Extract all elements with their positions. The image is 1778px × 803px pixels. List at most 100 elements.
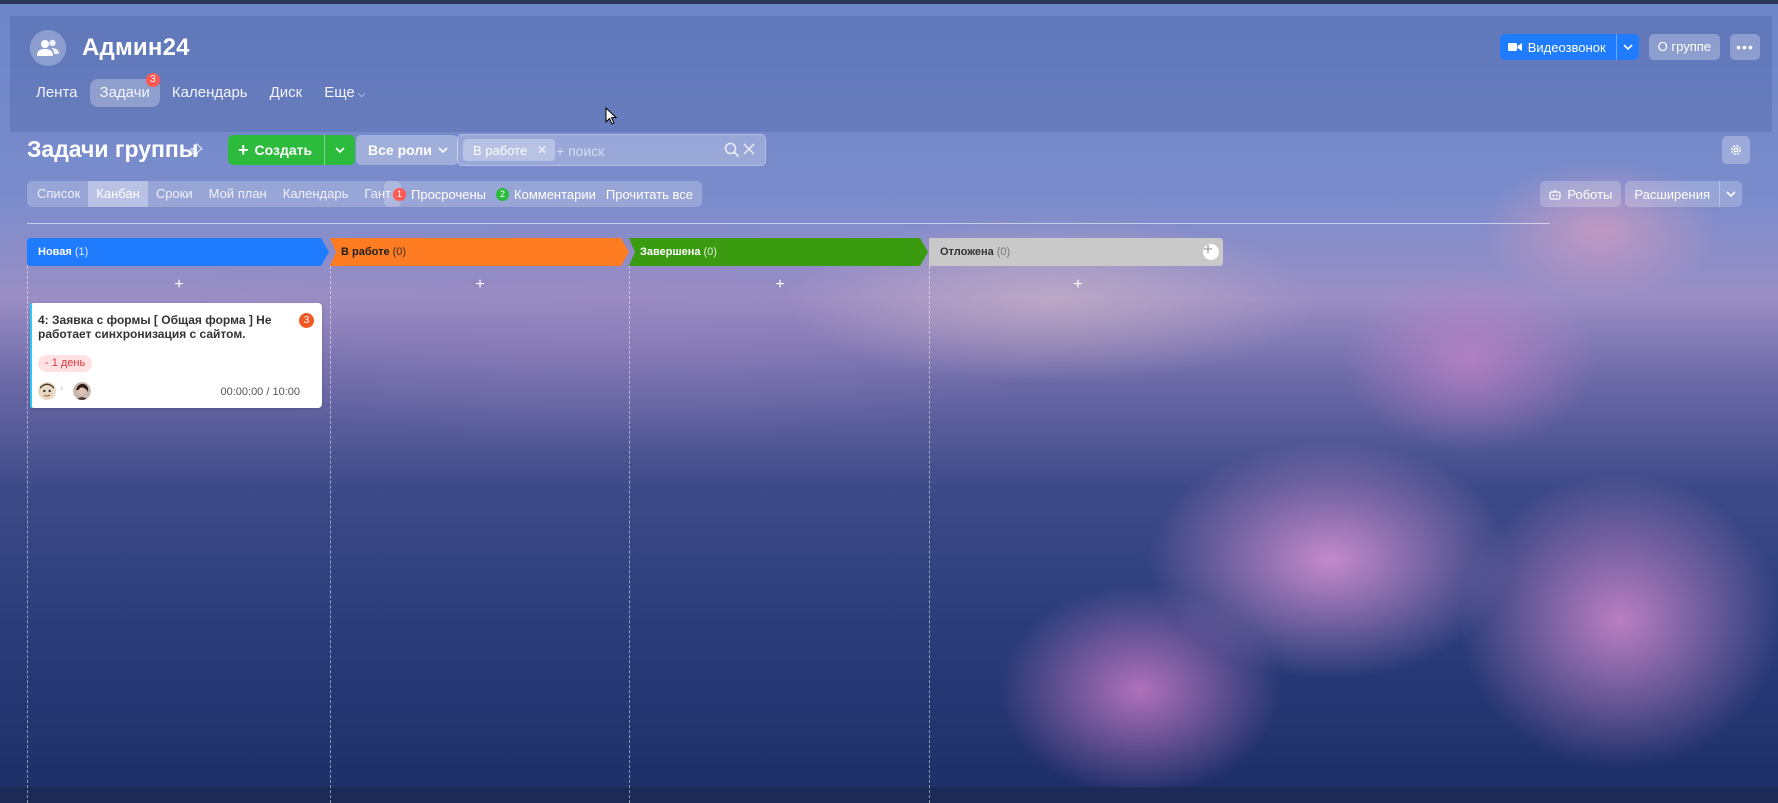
nav-feed-label: Лента [36,84,78,101]
mouse-cursor-icon [605,107,617,125]
column-header-new[interactable]: Новая (1) [27,238,329,266]
ellipsis-icon[interactable]: ••• [1730,34,1760,60]
card-stripe [30,303,32,408]
about-group-button[interactable]: О группе [1648,34,1720,60]
create-main[interactable]: + Создать [228,135,324,165]
window-top-edge [0,0,1778,4]
column-count-deferred: (0) [996,246,1011,258]
extensions-label: Расширения [1634,186,1710,202]
comments-count: 2 [496,187,510,201]
nav-calendar-label: Календарь [171,84,248,101]
task-card[interactable]: 4: Заявка с формы [ Общая форма ] Не раб… [30,303,322,408]
search-icon[interactable] [724,142,740,158]
group-icon[interactable] [30,30,66,66]
column-header-in-progress[interactable]: В работе (0) [330,238,629,266]
video-call-main[interactable]: Видеозвонок [1500,34,1616,60]
column-header-deferred[interactable]: Отложена (0) [929,238,1223,266]
clear-search-icon[interactable] [743,143,755,155]
pin-icon[interactable] [189,143,203,157]
group-nav: Лента Задачи 3 Календарь Диск Еще ⌵ [26,73,377,108]
column-count-in-progress: (0) [392,246,407,258]
search-filter-box[interactable]: В работе ✕ [457,134,766,166]
settings-button[interactable] [1722,136,1750,164]
group-title[interactable]: Админ24 [82,34,190,62]
chevron-right-icon: › [60,383,64,394]
add-task-in-progress[interactable]: + [468,275,492,295]
remove-filter-icon[interactable]: ✕ [537,143,547,157]
deadline-badge[interactable]: - 1 день [38,355,93,372]
column-title-done: Завершена (0) [640,238,717,266]
extensions-button[interactable]: Расширения [1625,181,1742,207]
column-name-new: Новая [38,246,72,258]
nav-tasks[interactable]: Задачи 3 [89,73,160,107]
column-header-done[interactable]: Завершена (0) [629,238,928,266]
overdue-label: Просрочены [411,186,487,202]
page-title: Задачи группы [27,136,199,162]
tasks-count-badge: 3 [145,73,160,87]
video-call-button[interactable]: Видеозвонок [1499,34,1639,60]
nav-feed[interactable]: Лента [26,79,88,107]
extensions-dropdown[interactable] [1719,181,1742,207]
nav-tasks-label: Задачи [99,84,150,101]
search-input[interactable] [554,140,718,162]
read-all-label: Прочитать все [605,186,694,202]
task-title[interactable]: 4: Заявка с формы [ Общая форма ] Не раб… [38,313,288,341]
video-call-label: Видеозвонок [1527,39,1606,55]
nav-calendar[interactable]: Календарь [162,79,258,107]
column-border [27,266,28,803]
add-stage-icon[interactable] [1203,244,1219,260]
overdue-count: 1 [393,187,406,201]
time-tracker[interactable]: 00:00:00 / 10:00 [220,386,300,398]
robot-icon [1549,189,1561,200]
robots-label: Роботы [1567,186,1613,202]
extensions-main[interactable]: Расширения [1625,187,1719,202]
group-people-icon [37,39,59,56]
column-border [629,266,630,803]
view-my-plan[interactable]: Мой план [201,181,275,207]
column-count-new: (1) [74,246,89,258]
add-task-deferred[interactable]: + [1066,275,1090,295]
add-task-done[interactable]: + [768,275,792,295]
filter-chip-label: В работе [473,142,528,158]
nav-disk-label: Диск [269,84,303,101]
counter-overdue[interactable]: 1 Просрочены [393,187,486,202]
chevron-down-icon [335,147,345,153]
chevron-down-icon: ⌵ [357,89,366,100]
chevron-down-icon [1726,191,1736,197]
video-camera-icon [1507,43,1522,51]
column-border [330,266,331,803]
plus-icon: + [238,140,249,160]
column-title-in-progress: В работе (0) [341,238,406,266]
view-list[interactable]: Список [29,181,88,207]
view-deadlines[interactable]: Сроки [148,181,201,207]
column-border [929,266,930,803]
column-name-in-progress: В работе [341,246,390,258]
responsible-avatar[interactable] [73,382,91,400]
read-all-button[interactable]: Прочитать все [606,187,693,202]
add-task-new[interactable]: + [167,275,191,295]
counter-comments[interactable]: 2 Комментарии [496,187,596,202]
column-name-done: Завершена [640,246,701,258]
filter-chip[interactable]: В работе ✕ [463,139,556,161]
video-call-dropdown[interactable] [1615,34,1639,60]
column-title-deferred: Отложена (0) [940,238,1010,266]
chevron-down-icon [438,147,448,153]
gear-icon [1730,144,1742,156]
roles-label: Все роли [368,142,432,158]
header-actions: Видеозвонок О группе ••• [1499,34,1760,60]
nav-more[interactable]: Еще ⌵ [314,79,375,107]
chevron-down-icon [1623,44,1633,50]
avatar-icon [73,382,91,400]
create-dropdown[interactable] [324,135,355,165]
robots-main[interactable]: Роботы [1540,187,1621,202]
group-panel: Админ24 Лента Задачи 3 Календарь Диск Ещ… [10,16,1772,803]
robots-button[interactable]: Роботы [1540,181,1622,207]
comments-badge[interactable]: 3 [299,313,314,328]
create-task-button[interactable]: + Создать [228,135,356,165]
nav-disk[interactable]: Диск [260,79,313,107]
avatar-icon [38,382,56,400]
roles-dropdown[interactable]: Все роли [356,135,458,165]
view-calendar[interactable]: Календарь [275,181,357,207]
creator-avatar[interactable] [38,382,56,400]
view-kanban[interactable]: Канбан [88,181,148,207]
